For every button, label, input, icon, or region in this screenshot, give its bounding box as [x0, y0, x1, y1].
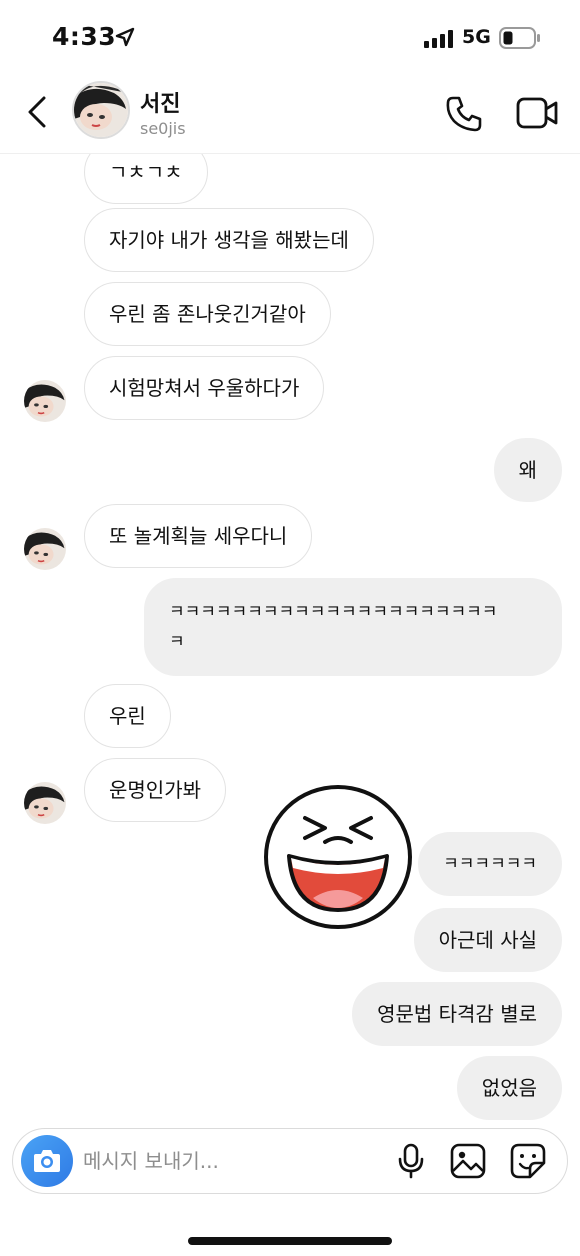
- avatar[interactable]: [72, 81, 130, 139]
- microphone-icon[interactable]: [397, 1143, 425, 1179]
- camera-icon: [34, 1150, 60, 1172]
- message-line: ㅋㅋㅋㅋㅋㅋㅋㅋㅋㅋㅋㅋㅋㅋㅋㅋㅋㅋㅋㅋㅋ: [169, 602, 498, 622]
- laughing-face-sticker[interactable]: [263, 784, 413, 930]
- outgoing-message[interactable]: 영문법 타격감 별로: [352, 982, 562, 1046]
- sender-avatar[interactable]: [24, 782, 66, 824]
- contact-name[interactable]: 서진: [140, 86, 180, 118]
- signal-icon: [424, 30, 453, 48]
- message-list[interactable]: ㄱㅊㄱㅊ 자기야 내가 생각을 해봤는데 우린 좀 존나웃긴거같아 시험망쳐서 …: [0, 154, 580, 1126]
- incoming-message[interactable]: 시험망쳐서 우울하다가: [84, 356, 325, 420]
- incoming-message[interactable]: ㄱㅊㄱㅊ: [84, 154, 208, 204]
- incoming-message[interactable]: 우린 좀 존나웃긴거같아: [84, 282, 331, 346]
- outgoing-message[interactable]: ㅋㅋㅋㅋㅋㅋㅋㅋㅋㅋㅋㅋㅋㅋㅋㅋㅋㅋㅋㅋㅋ ㅋ: [144, 578, 562, 676]
- video-camera-icon[interactable]: [516, 96, 558, 130]
- contact-username[interactable]: se0jis: [140, 119, 186, 138]
- battery-icon: [499, 27, 540, 49]
- network-label: 5G: [462, 26, 491, 48]
- incoming-message[interactable]: 자기야 내가 생각을 해봤는데: [84, 208, 374, 272]
- outgoing-message[interactable]: 아근데 사실: [413, 908, 562, 972]
- sender-avatar[interactable]: [24, 528, 66, 570]
- outgoing-message[interactable]: ㅋㅋㅋㅋㅋㅋ: [418, 832, 562, 896]
- sender-avatar[interactable]: [24, 380, 66, 422]
- home-indicator[interactable]: [188, 1237, 392, 1245]
- message-composer: [12, 1128, 568, 1194]
- message-input[interactable]: [83, 1140, 373, 1182]
- incoming-message[interactable]: 우린: [84, 684, 171, 748]
- camera-button[interactable]: [21, 1135, 73, 1187]
- status-bar: 4:33 5G: [0, 0, 580, 78]
- gallery-icon[interactable]: [450, 1143, 486, 1179]
- status-time: 4:33: [52, 22, 117, 51]
- phone-icon[interactable]: [444, 94, 484, 134]
- message-line: ㅋ: [169, 632, 185, 652]
- outgoing-message[interactable]: 왜: [493, 438, 562, 502]
- outgoing-message[interactable]: 없었음: [456, 1056, 562, 1120]
- incoming-message[interactable]: 또 놀계획늘 세우다니: [84, 504, 313, 568]
- incoming-message[interactable]: 운명인가봐: [84, 758, 226, 822]
- avatar-photo: [74, 83, 128, 137]
- sticker-icon[interactable]: [510, 1143, 546, 1179]
- location-arrow-icon: [115, 27, 135, 47]
- chat-header: 서진 se0jis: [0, 78, 580, 154]
- back-chevron-icon[interactable]: [22, 92, 54, 132]
